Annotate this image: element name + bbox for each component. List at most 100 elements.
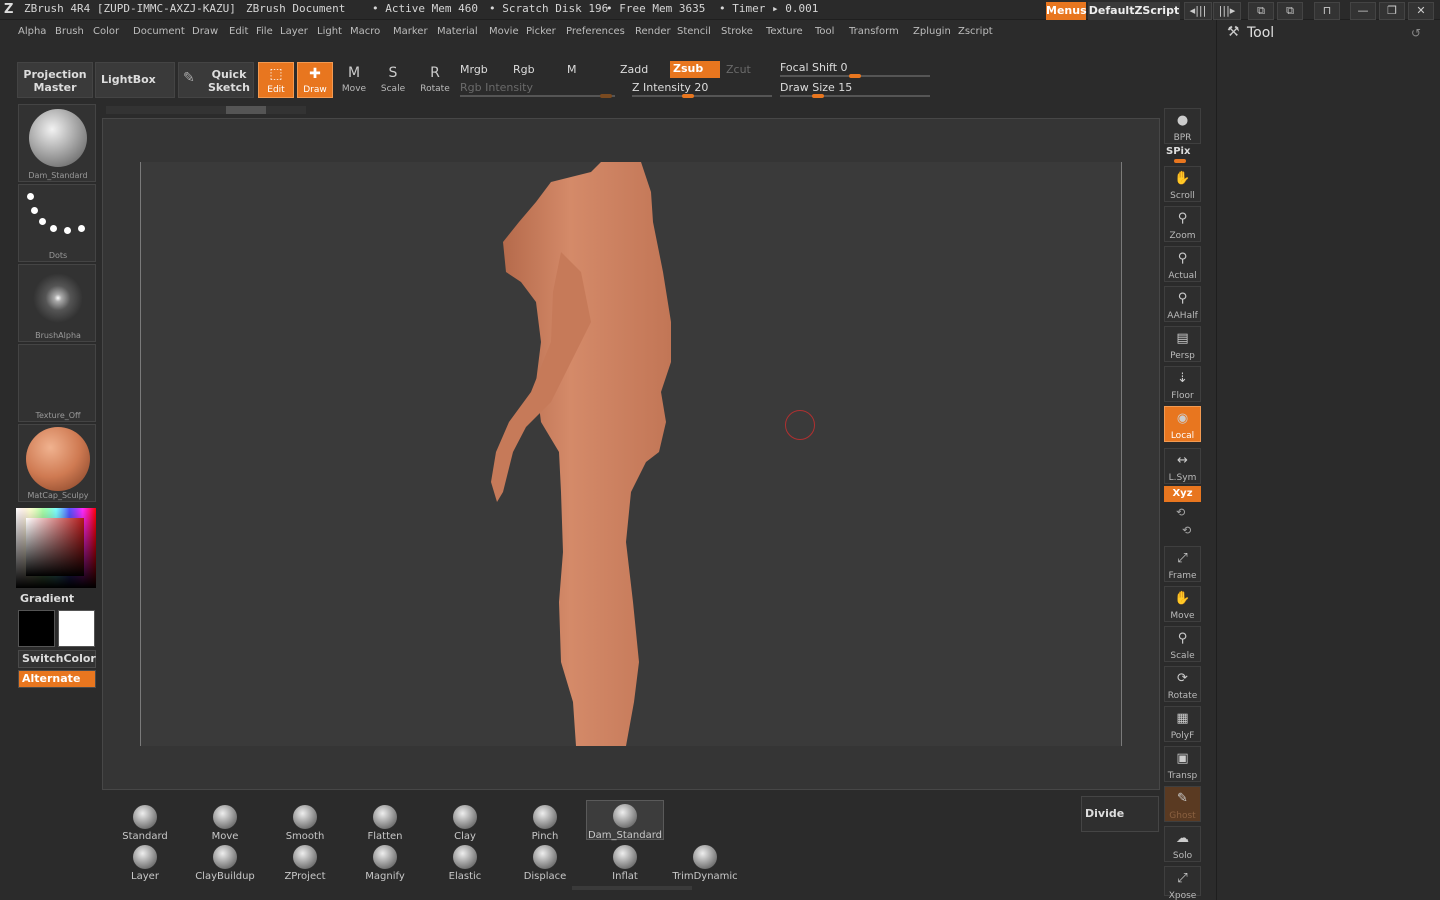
switch-color-button[interactable]: SwitchColor [18,650,96,668]
mrgb-toggle[interactable]: Mrgb [460,63,488,76]
menu-zplugin[interactable]: Zplugin [913,26,951,37]
color-picker-square[interactable] [26,518,84,576]
actual-button[interactable]: ⚲ Actual [1164,246,1201,282]
frame-button[interactable]: ⤢ Frame [1164,546,1201,582]
rotate-view-button[interactable]: ⟳ Rotate [1164,666,1201,702]
menu-texture[interactable]: Texture [766,26,803,37]
spix-slider[interactable]: SPix [1166,146,1190,157]
brush-clay[interactable]: Clay [426,802,504,842]
draw-size-thumb[interactable] [812,94,824,98]
color-picker[interactable] [16,508,96,588]
alpha-thumbnail[interactable]: BrushAlpha [18,264,96,342]
main-color-swatch[interactable] [18,610,55,647]
menus-button[interactable]: Menus [1046,2,1087,20]
minimize-icon[interactable]: — [1350,2,1376,20]
menu-tool[interactable]: Tool [815,26,834,37]
menu-transform[interactable]: Transform [849,26,899,37]
aahalf-button[interactable]: ⚲ AAHalf [1164,286,1201,322]
menu-light[interactable]: Light [317,26,342,37]
menu-picker[interactable]: Picker [526,26,556,37]
zadd-toggle[interactable]: Zadd [620,63,648,76]
rotate-button[interactable]: R Rotate [417,62,453,98]
rotate-y-icon[interactable]: ⟲ [1176,506,1185,519]
shelf-scroll-handle[interactable] [572,886,692,890]
menu-material[interactable]: Material [437,26,478,37]
brush-dam-standard[interactable]: Dam_Standard [586,800,664,841]
menu-brush[interactable]: Brush [55,26,84,37]
brush-zproject[interactable]: ZProject [266,842,344,882]
menu-preferences[interactable]: Preferences [566,26,625,37]
layout-icon[interactable]: ⧉ [1248,2,1274,20]
polyf-button[interactable]: ▦ PolyF [1164,706,1201,742]
scale-view-button[interactable]: ⚲ Scale [1164,626,1201,662]
close-icon[interactable]: ✕ [1408,2,1434,20]
focal-shift-thumb[interactable] [849,74,861,78]
local-button[interactable]: ◉ Local [1164,406,1201,442]
brush-thumbnail[interactable]: Dam_Standard [18,104,96,182]
focal-shift-slider[interactable]: Focal Shift 0 [780,61,848,74]
draw-size-slider[interactable]: Draw Size 15 [780,81,852,94]
m-toggle[interactable]: M [567,63,577,76]
menu-document[interactable]: Document [133,26,185,37]
secondary-color-swatch[interactable] [58,610,95,647]
menu-marker[interactable]: Marker [393,26,428,37]
menu-stencil[interactable]: Stencil [677,26,711,37]
menu-movie[interactable]: Movie [489,26,519,37]
layout-alt-icon[interactable]: ⧉ [1277,2,1303,20]
brush-claybuildup[interactable]: ClayBuildup [186,842,264,882]
brush-displace[interactable]: Displace [506,842,584,882]
rgb-toggle[interactable]: Rgb [513,63,535,76]
menu-macro[interactable]: Macro [350,26,380,37]
menu-render[interactable]: Render [635,26,671,37]
brush-layer[interactable]: Layer [106,842,184,882]
solo-button[interactable]: ☁ Solo [1164,826,1201,862]
restore-icon[interactable]: ❐ [1379,2,1405,20]
move-view-button[interactable]: ✋ Move [1164,586,1201,622]
horizontal-scrollbar[interactable] [106,106,306,114]
brush-pinch[interactable]: Pinch [506,802,584,842]
texture-thumbnail[interactable]: Texture_Off [18,344,96,422]
lightbox-button[interactable]: LightBox [95,62,175,98]
brush-move[interactable]: Move [186,802,264,842]
scroll-button[interactable]: ✋ Scroll [1164,166,1201,202]
xpose-button[interactable]: ⤢ Xpose [1164,866,1201,900]
brush-flatten[interactable]: Flatten [346,802,424,842]
brush-smooth[interactable]: Smooth [266,802,344,842]
z-intensity-track[interactable] [632,95,772,97]
draw-button[interactable]: ✚ Draw [297,62,333,98]
stroke-thumbnail[interactable]: Dots [18,184,96,262]
default-zscript-button[interactable]: DefaultZScript [1088,2,1180,20]
brush-magnify[interactable]: Magnify [346,842,424,882]
zoom-button[interactable]: ⚲ Zoom [1164,206,1201,242]
menu-draw[interactable]: Draw [192,26,218,37]
scrollbar-thumb[interactable] [226,106,266,114]
menu-alpha[interactable]: Alpha [18,26,46,37]
scroll-left-icon[interactable]: ◂||| [1184,2,1212,20]
scale-button[interactable]: S Scale [375,62,411,98]
ghost-button[interactable]: ✎ Ghost [1164,786,1201,822]
move-button[interactable]: M Move [336,62,372,98]
brush-standard[interactable]: Standard [106,802,184,842]
document-canvas[interactable] [140,162,1122,746]
draw-size-track[interactable] [780,95,930,97]
projection-master-button[interactable]: Projection Master [17,62,93,98]
lock-icon[interactable]: ⊓ [1314,2,1340,20]
divide-button[interactable]: Divide [1081,796,1159,832]
lsym-button[interactable]: ↔ L.Sym [1164,448,1201,484]
bpr-button[interactable]: ● BPR [1164,108,1201,144]
brush-inflat[interactable]: Inflat [586,842,664,882]
floor-button[interactable]: ⇣ Floor [1164,366,1201,402]
menu-zscript[interactable]: Zscript [958,26,993,37]
rgb-intensity-track[interactable] [460,95,615,97]
edit-button[interactable]: ⬚ Edit [258,62,294,98]
menu-stroke[interactable]: Stroke [721,26,753,37]
z-intensity-slider[interactable]: Z Intensity 20 [632,81,708,94]
menu-layer[interactable]: Layer [280,26,308,37]
persp-button[interactable]: ▤ Persp [1164,326,1201,362]
material-thumbnail[interactable]: MatCap_Sculpy [18,424,96,502]
transp-button[interactable]: ▣ Transp [1164,746,1201,782]
refresh-icon[interactable]: ↺ [1411,26,1421,40]
z-intensity-thumb[interactable] [682,94,694,98]
rgb-intensity-thumb[interactable] [600,94,612,98]
rgb-intensity-slider[interactable]: Rgb Intensity [460,81,533,94]
